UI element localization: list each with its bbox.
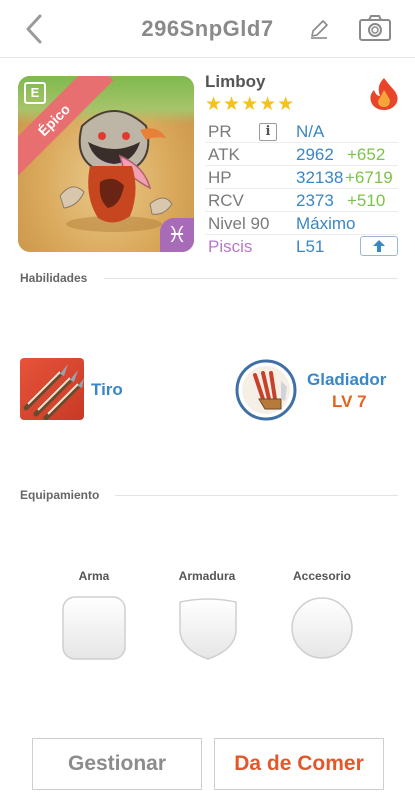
weapon-slot[interactable] (62, 596, 126, 660)
class-name[interactable]: Gladiador (307, 370, 386, 390)
class-icon-button[interactable] (235, 359, 297, 421)
hero-name: Limboy (205, 72, 266, 91)
rcv-label: RCV (208, 191, 244, 210)
accessory-slot[interactable] (290, 596, 354, 660)
zodiac-label: Piscis (208, 237, 253, 256)
hero-portrait[interactable]: Épico E ♓ (18, 76, 194, 252)
rcv-value: 2373 (296, 191, 334, 210)
level-label: Nivel 90 (208, 214, 270, 233)
atk-label: ATK (208, 145, 240, 164)
star-rating: ★★★★★ (205, 94, 296, 115)
armor-label: Armadura (178, 569, 236, 583)
hp-bonus: +6719 (345, 168, 393, 187)
manage-button[interactable]: Gestionar (32, 738, 202, 790)
equipment-badge-icon: E (24, 82, 46, 104)
camera-icon (359, 15, 391, 41)
skill-icon-button[interactable] (20, 358, 84, 420)
class-level: LV 7 (332, 392, 367, 411)
hp-value: 32138 (296, 168, 344, 187)
arrow-up-icon (373, 240, 385, 252)
camera-button[interactable] (358, 14, 392, 42)
accessory-label: Accesorio (292, 569, 352, 583)
zodiac-upgrade-button[interactable] (360, 236, 398, 256)
equipment-divider (115, 495, 398, 496)
skill-name[interactable]: Tiro (91, 380, 123, 400)
armor-slot[interactable] (176, 596, 240, 660)
fire-icon (370, 78, 398, 110)
gladiator-class-icon (235, 359, 297, 421)
stats-table: PR i N/A ATK 2962 +652 HP 32138 +6719 RC… (205, 120, 398, 258)
level-value: Máximo (296, 214, 356, 233)
stat-row-zodiac: Piscis L51 (205, 235, 398, 258)
zodiac-level-value: L51 (296, 237, 325, 256)
weapon-label: Arma (78, 569, 110, 583)
stat-row-atk: ATK 2962 +652 (205, 143, 398, 166)
atk-value: 2962 (296, 145, 334, 164)
equipment-section-label: Equipamiento (20, 488, 100, 502)
weapon-slot-shape (62, 596, 126, 660)
feed-button[interactable]: Da de Comer (214, 738, 384, 790)
pencil-icon (311, 20, 328, 39)
stat-row-rcv: RCV 2373 +510 (205, 189, 398, 212)
atk-bonus: +652 (347, 145, 386, 164)
edit-name-button[interactable] (308, 18, 330, 40)
info-icon[interactable]: i (259, 123, 277, 141)
top-bar: 296SnpGld7 (0, 0, 415, 58)
zodiac-badge: ♓ (160, 218, 194, 252)
stat-row-level: Nivel 90 Máximo (205, 212, 398, 235)
hp-label: HP (208, 168, 232, 187)
accessory-slot-shape (291, 597, 353, 659)
skills-divider (104, 278, 398, 279)
armor-slot-shape (179, 598, 237, 660)
arrow-volley-icon (23, 364, 84, 420)
pr-value: N/A (296, 122, 325, 141)
pr-label: PR (208, 122, 232, 141)
rcv-bonus: +510 (347, 191, 386, 210)
skills-section-label: Habilidades (20, 271, 88, 285)
stat-row-hp: HP 32138 +6719 (205, 166, 398, 189)
stat-row-pr: PR i N/A (205, 120, 398, 143)
page-title: 296SnpGld7 (141, 16, 274, 41)
